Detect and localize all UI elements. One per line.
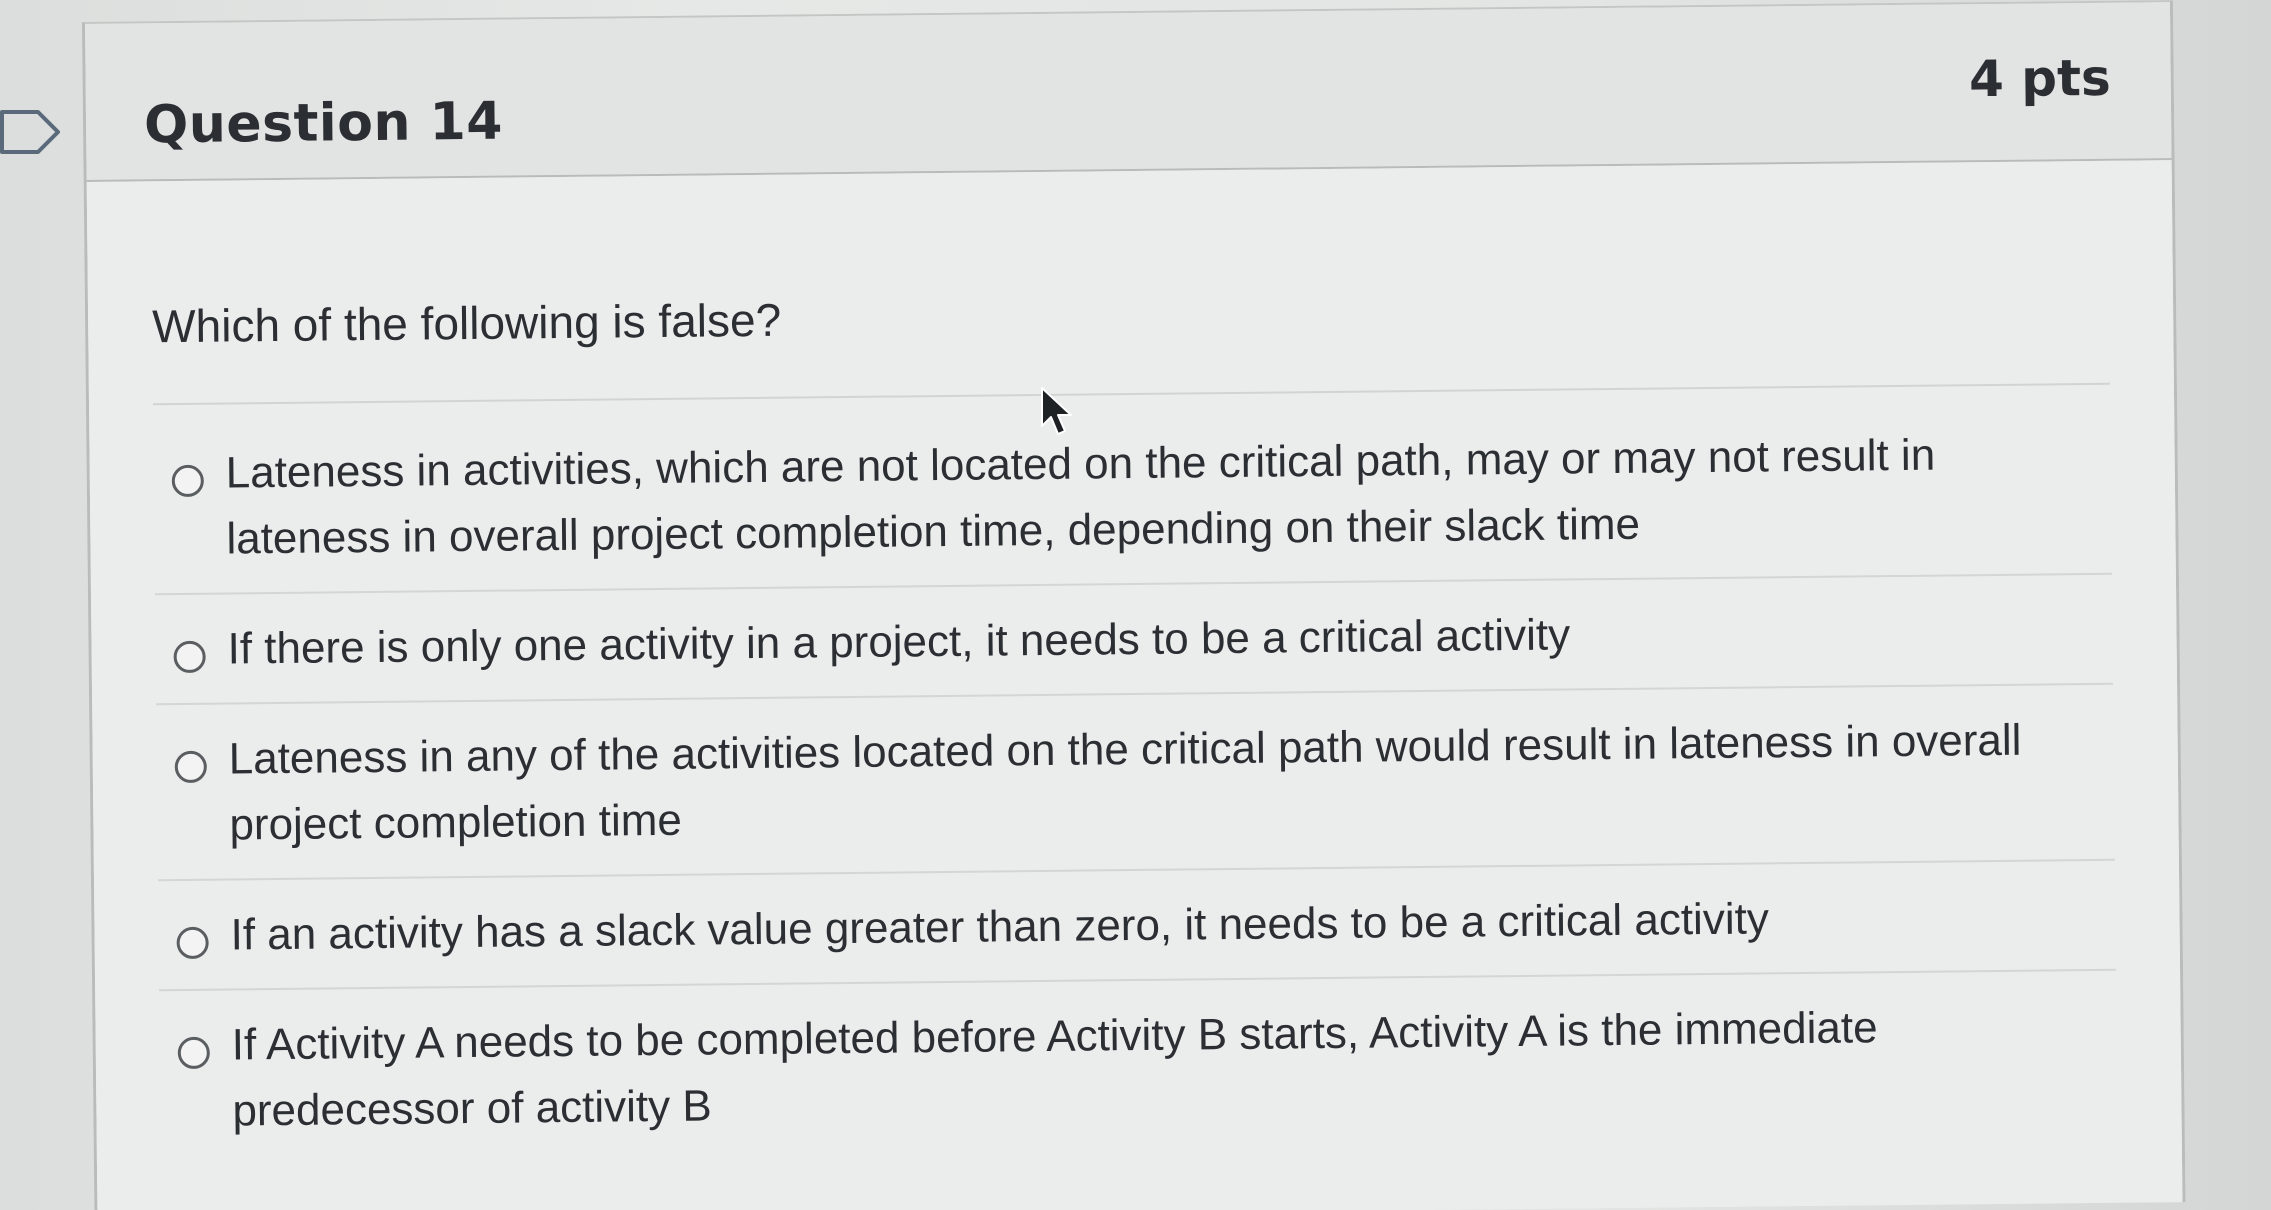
question-card: Question 14 4 pts Which of the following… <box>82 0 2186 1210</box>
answer-label[interactable]: Lateness in any of the activities locate… <box>228 697 2114 859</box>
answer-label[interactable]: If Activity A needs to be completed befo… <box>231 983 2117 1145</box>
question-prompt: Which of the following is false? <box>151 293 782 353</box>
answer-option[interactable]: Lateness in any of the activities locate… <box>156 684 2115 882</box>
flag-question-icon[interactable] <box>0 106 62 158</box>
answer-option[interactable]: Lateness in activities, which are not lo… <box>153 398 2112 596</box>
answer-option[interactable]: If there is only one activity in a proje… <box>155 574 2114 706</box>
quiz-page: Question 14 4 pts Which of the following… <box>0 0 2271 1210</box>
question-points: 4 pts <box>1968 48 2111 109</box>
question-title: Question 14 <box>143 91 504 156</box>
question-body: Which of the following is false? Latenes… <box>86 160 2183 1210</box>
answer-list: Lateness in activities, which are not lo… <box>153 398 2118 1165</box>
radio-button[interactable] <box>171 464 204 498</box>
radio-button[interactable] <box>173 640 206 674</box>
answer-label[interactable]: If an activity has a slack value greater… <box>230 873 2116 969</box>
question-header: Question 14 4 pts <box>85 2 2172 182</box>
answer-option[interactable]: If an activity has a slack value greater… <box>158 860 2117 992</box>
radio-button[interactable] <box>177 1036 210 1070</box>
radio-button[interactable] <box>174 750 207 784</box>
radio-button[interactable] <box>176 926 209 960</box>
answer-label[interactable]: If there is only one activity in a proje… <box>227 587 2113 683</box>
answer-option[interactable]: If Activity A needs to be completed befo… <box>159 971 2118 1165</box>
mouse-pointer-icon <box>1041 387 1072 435</box>
answer-label[interactable]: Lateness in activities, which are not lo… <box>225 411 2111 573</box>
